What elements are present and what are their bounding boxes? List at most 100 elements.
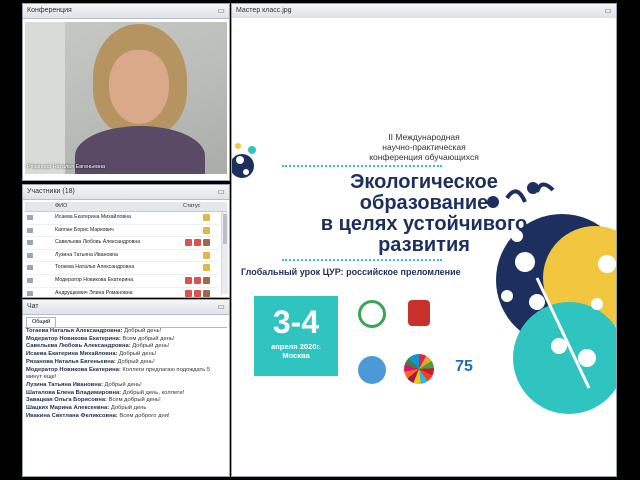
poster-subtitle: Глобальный урок ЦУР: российское преломле… <box>241 267 461 277</box>
status-media-icon[interactable] <box>194 276 201 284</box>
chat-header[interactable]: Чат ▭ <box>23 300 229 315</box>
slide-header[interactable]: Мастер класс.jpg ▭ <box>232 4 616 19</box>
participant-icon <box>27 277 33 283</box>
participants-list: Исаева Екатерина Михайловна Каплан Борис … <box>25 212 219 297</box>
divider-bottom <box>282 259 442 264</box>
participant-row[interactable]: Каплан Борис Маркович <box>25 225 219 238</box>
partner-logo-1 <box>358 300 386 328</box>
slide-panel: Мастер класс.jpg ▭ II Международная науч… <box>231 3 617 477</box>
chat-sender: Шаталова Елена Владимировна: <box>26 389 122 396</box>
participant-status <box>185 289 212 297</box>
dates-city: Москва <box>282 351 310 360</box>
chat-title: Чат <box>27 303 39 310</box>
chat-text: Добрый день <box>109 405 147 412</box>
participant-icon <box>27 215 33 220</box>
status-media-icon[interactable] <box>194 289 201 297</box>
status-media-icon[interactable] <box>185 239 192 247</box>
participant-row[interactable]: Лузина Татьяна Ивановна <box>25 250 219 263</box>
participants-scrollbar[interactable] <box>221 212 228 294</box>
chat-sender: Модератор Новикова Екатерина: <box>26 366 121 373</box>
dates-number: 3-4 <box>272 304 320 340</box>
participant-icon <box>27 265 33 271</box>
participant-icon <box>27 240 33 246</box>
chat-message: Исаева Екатерина Михайловна: Добрый день… <box>25 351 227 359</box>
status-media-icon[interactable] <box>185 289 192 297</box>
chat-text: Добрый день! <box>102 381 142 388</box>
chat-text: Всем добрый день! <box>106 397 161 404</box>
participant-name: Каплан Борис Маркович <box>55 226 114 233</box>
slide-title: Мастер класс.jpg <box>236 7 292 14</box>
conference-line2: научно-практическая <box>382 142 466 152</box>
minimize-icon[interactable]: ▭ <box>216 187 226 196</box>
divider-top <box>282 165 442 170</box>
participant-row[interactable]: Исаева Екатерина Михайловна <box>25 212 219 225</box>
title-line3: в целях устойчивого <box>320 213 528 235</box>
chat-text: Добрый день! <box>115 358 155 365</box>
participant-name: Модератор Новикова Екатерина <box>55 276 134 283</box>
participants-title: Участники (18) <box>27 188 75 195</box>
title-line1: Экологическое <box>350 171 498 193</box>
chat-text: минут еще! <box>26 374 57 381</box>
un-emblem-icon <box>358 356 386 384</box>
chat-text: Коллеги предлагаю подождать 5 <box>120 366 211 373</box>
participant-row[interactable]: Модератор Новикова Екатерина <box>25 275 219 288</box>
column-status[interactable]: Статус <box>183 202 200 211</box>
column-name[interactable]: ФИО <box>55 202 67 211</box>
title-line2: образование <box>359 192 489 214</box>
user-status-icon <box>203 226 210 234</box>
chat-sender: Тогаева Наталья Александровна: <box>26 328 123 334</box>
participant-name: Тогаева Наталья Александровна <box>55 264 135 271</box>
chat-message: Шацких Марина Алексеевна: Добрый день <box>25 405 227 413</box>
webcam-video: Рязанова Наталья Евгеньевна <box>25 22 227 174</box>
chat-sender: Шацких Марина Алексеевна: <box>26 405 110 412</box>
chat-text: Добрый день! <box>117 351 157 358</box>
minimize-icon[interactable]: ▭ <box>216 302 226 311</box>
participant-icon <box>27 252 33 258</box>
conference-line3: конференция обучающихся <box>369 152 479 162</box>
conference-line1: II Международная <box>388 132 460 142</box>
status-media-icon[interactable] <box>185 276 192 284</box>
sdg-wheel-icon <box>404 354 434 384</box>
conference-title: Конференция <box>27 7 72 14</box>
status-media-icon[interactable] <box>203 289 210 297</box>
status-media-icon[interactable] <box>203 239 210 247</box>
chat-text: Всем добрый день! <box>120 335 175 342</box>
chat-text: Всем доброго дня! <box>117 412 170 419</box>
chat-sender: Исаева Екатерина Михайловна: <box>26 351 118 358</box>
chat-message: Модератор Новикова Екатерина: Коллеги пр… <box>25 367 227 375</box>
participant-row[interactable]: Андрущкевич Элина Романовна <box>25 288 219 297</box>
chat-tab-general[interactable]: Общий <box>26 317 57 327</box>
poster-image: II Международная научно-практическая кон… <box>232 18 616 476</box>
chat-text: Добрый день! <box>122 328 162 334</box>
minimize-icon[interactable]: ▭ <box>216 6 226 15</box>
chat-message: Завацкая Ольга Борисовна: Всем добрый де… <box>25 397 227 405</box>
chat-sender: Рязанова Наталья Евгеньевна: <box>26 358 116 365</box>
video-caption: Рязанова Наталья Евгеньевна <box>27 164 106 170</box>
user-status-icon <box>203 214 210 221</box>
chat-text: Добрый день, коллеги! <box>121 389 185 396</box>
status-media-icon[interactable] <box>194 239 201 247</box>
participants-header[interactable]: Участники (18) ▭ <box>23 185 229 200</box>
un75-logo: 75 <box>455 358 473 375</box>
conference-header[interactable]: Конференция ▭ <box>23 4 229 19</box>
chat-sender: Модератор Новикова Екатерина: <box>26 335 121 342</box>
chat-text: Добрый день! <box>130 343 170 350</box>
user-status-icon <box>203 251 210 259</box>
chat-message: Савельева Любовь Александровна: Добрый д… <box>25 343 227 351</box>
participants-table-header: ФИО Статус <box>25 202 227 212</box>
chat-sender: Ивакина Светлана Феликсовна: <box>26 412 118 419</box>
dates-month: апреля 2020г. <box>271 342 321 351</box>
participant-row[interactable]: Савельева Любовь Александровна <box>25 237 219 250</box>
chat-message: Рязанова Наталья Евгеньевна: Добрый день… <box>25 359 227 367</box>
conference-panel: Конференция ▭ Рязанова Наталья Евгеньевн… <box>22 3 230 181</box>
user-status-icon <box>203 264 210 272</box>
participant-row[interactable]: Тогаева Наталья Александровна <box>25 262 219 275</box>
participant-name: Лузина Татьяна Ивановна <box>55 251 118 258</box>
chat-message: минут еще! <box>25 374 227 382</box>
chat-sender: Савельева Любовь Александровна: <box>26 343 131 350</box>
chat-sender: Лузина Татьяна Ивановна: <box>26 381 103 388</box>
minimize-icon[interactable]: ▭ <box>603 6 613 15</box>
participant-name: Андрущкевич Элина Романовна <box>55 289 133 296</box>
chat-message: Лузина Татьяна Ивановна: Добрый день! <box>25 382 227 390</box>
status-media-icon[interactable] <box>203 276 210 284</box>
